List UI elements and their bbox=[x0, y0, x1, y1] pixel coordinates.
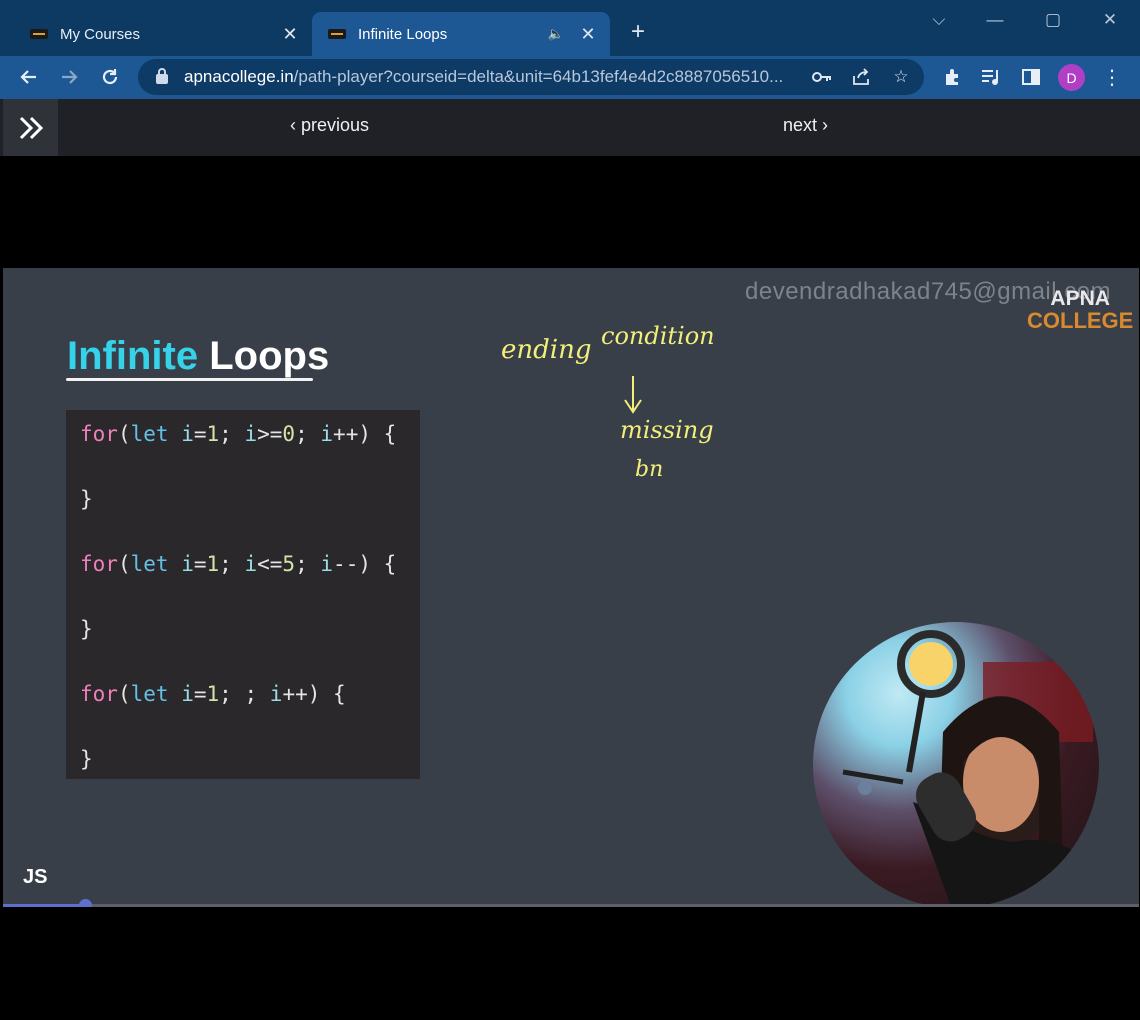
video-player[interactable]: devendradhakad745@gmail.com APNA COLLEGE… bbox=[3, 268, 1139, 906]
code-line: for(let i=1; i>=0; i++) { bbox=[80, 422, 397, 446]
close-window-icon[interactable]: ✕ bbox=[1095, 10, 1125, 30]
media-icon[interactable] bbox=[976, 62, 1006, 92]
tab-my-courses[interactable]: My Courses ✕ bbox=[22, 12, 312, 56]
close-tab-icon[interactable]: ✕ bbox=[578, 24, 598, 45]
code-line: } bbox=[80, 747, 93, 771]
new-tab-icon[interactable]: + bbox=[624, 20, 652, 44]
share-icon[interactable] bbox=[849, 65, 873, 89]
code-block: for(let i=1; i>=0; i++) { } for(let i=1;… bbox=[66, 410, 420, 779]
sidepanel-icon[interactable] bbox=[1016, 62, 1046, 92]
apna-college-logo: APNA COLLEGE bbox=[1027, 287, 1134, 333]
code-line: } bbox=[80, 487, 93, 511]
video-letterbox-top bbox=[0, 156, 1140, 268]
video-letterbox-bottom bbox=[0, 907, 1140, 1020]
url-text[interactable]: apnacollege.in/path-player?courseid=delt… bbox=[184, 67, 783, 87]
reload-icon[interactable] bbox=[95, 62, 125, 92]
slide-title: Infinite Loops bbox=[67, 334, 330, 378]
code-line: } bbox=[80, 617, 93, 641]
arrow-down-icon bbox=[624, 376, 642, 414]
back-icon[interactable] bbox=[14, 62, 44, 92]
address-bar[interactable]: apnacollege.in/path-player?courseid=delt… bbox=[138, 59, 924, 95]
annotation-bn: bn bbox=[635, 457, 663, 482]
close-tab-icon[interactable]: ✕ bbox=[280, 24, 300, 45]
previous-button[interactable]: ‹ previous bbox=[290, 115, 369, 136]
lesson-nav-bar: ‹ previous next › bbox=[0, 99, 1140, 156]
course-corner-label: JS bbox=[23, 866, 48, 888]
title-underline bbox=[66, 378, 313, 381]
lock-icon[interactable] bbox=[156, 68, 168, 84]
tab-infinite-loops[interactable]: Infinite Loops 🔈 ✕ bbox=[312, 12, 610, 56]
site-favicon-icon bbox=[30, 29, 48, 39]
extensions-icon[interactable] bbox=[938, 62, 968, 92]
instructor-webcam bbox=[813, 622, 1099, 906]
maximize-icon[interactable]: ▢ bbox=[1038, 10, 1068, 30]
menu-icon[interactable]: ⋮ bbox=[1097, 62, 1127, 92]
annotation-condition: condition bbox=[601, 322, 715, 350]
code-line: for(let i=1; i<=5; i--) { bbox=[80, 552, 397, 576]
speaker-icon[interactable]: 🔈 bbox=[548, 26, 564, 42]
key-icon[interactable] bbox=[810, 65, 834, 89]
tab-title: Infinite Loops bbox=[358, 25, 448, 43]
next-button[interactable]: next › bbox=[783, 115, 828, 136]
annotation-ending: ending bbox=[501, 335, 591, 365]
expand-icon[interactable] bbox=[3, 99, 58, 156]
tab-strip: My Courses ✕ Infinite Loops 🔈 ✕ + ⌵ — ▢ … bbox=[0, 0, 1140, 56]
avatar[interactable]: D bbox=[1058, 64, 1085, 91]
minimize-icon[interactable]: — bbox=[980, 10, 1010, 30]
forward-icon[interactable] bbox=[54, 62, 84, 92]
tab-title: My Courses bbox=[60, 25, 141, 43]
annotation-missing: missing bbox=[620, 416, 714, 444]
star-icon[interactable]: ☆ bbox=[889, 65, 913, 89]
site-favicon-icon bbox=[328, 29, 346, 39]
browser-toolbar: apnacollege.in/path-player?courseid=delt… bbox=[0, 56, 1140, 99]
tab-search-icon[interactable]: ⌵ bbox=[924, 10, 954, 30]
code-line: for(let i=1; ; i++) { bbox=[80, 682, 346, 706]
